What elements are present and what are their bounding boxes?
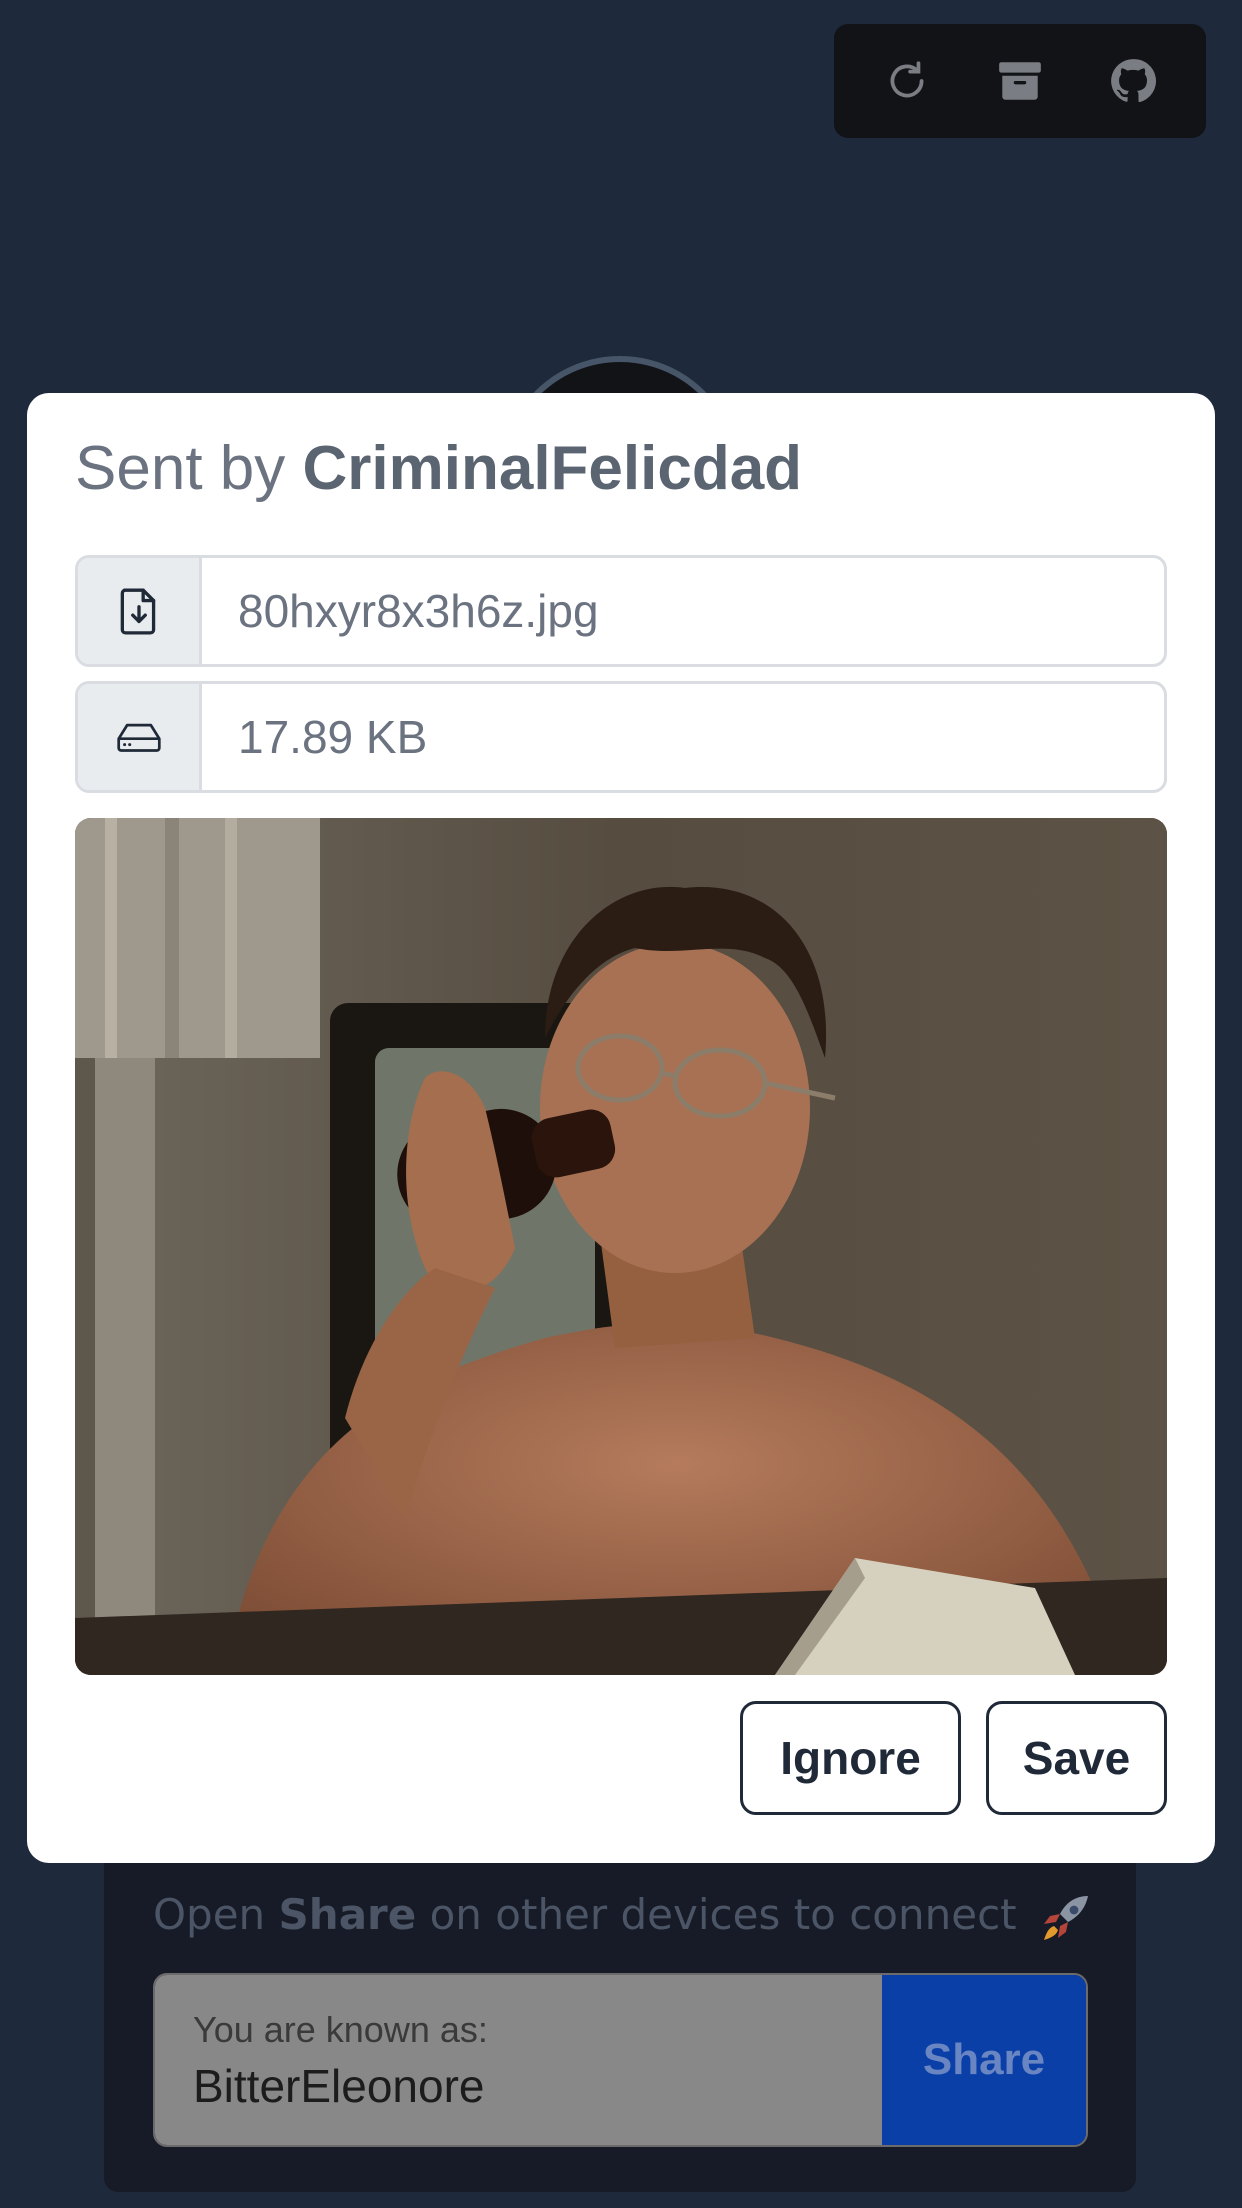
- image-preview: [75, 818, 1167, 1675]
- title-prefix: Sent by: [75, 434, 286, 503]
- file-size-field: 17.89 KB: [75, 681, 1167, 793]
- incoming-file-dialog: Sent by CriminalFelicdad 80hxyr8x3h6z.jp…: [27, 393, 1215, 1863]
- file-download-icon: [120, 588, 155, 635]
- sender-name: CriminalFelicdad: [302, 434, 803, 503]
- file-name-value: 80hxyr8x3h6z.jpg: [238, 585, 599, 637]
- file-icon-cell: [78, 558, 202, 664]
- page: Open Share on other devices to connect Y…: [0, 0, 1242, 2208]
- file-size-value: 17.89 KB: [238, 711, 428, 763]
- preview-photo: [75, 818, 1167, 1675]
- save-button[interactable]: Save: [986, 1701, 1167, 1815]
- file-name-field: 80hxyr8x3h6z.jpg: [75, 555, 1167, 667]
- size-icon-cell: [78, 684, 202, 790]
- hard-drive-icon: [116, 723, 161, 752]
- dialog-title: Sent by CriminalFelicdad: [75, 433, 802, 504]
- ignore-button[interactable]: Ignore: [740, 1701, 961, 1815]
